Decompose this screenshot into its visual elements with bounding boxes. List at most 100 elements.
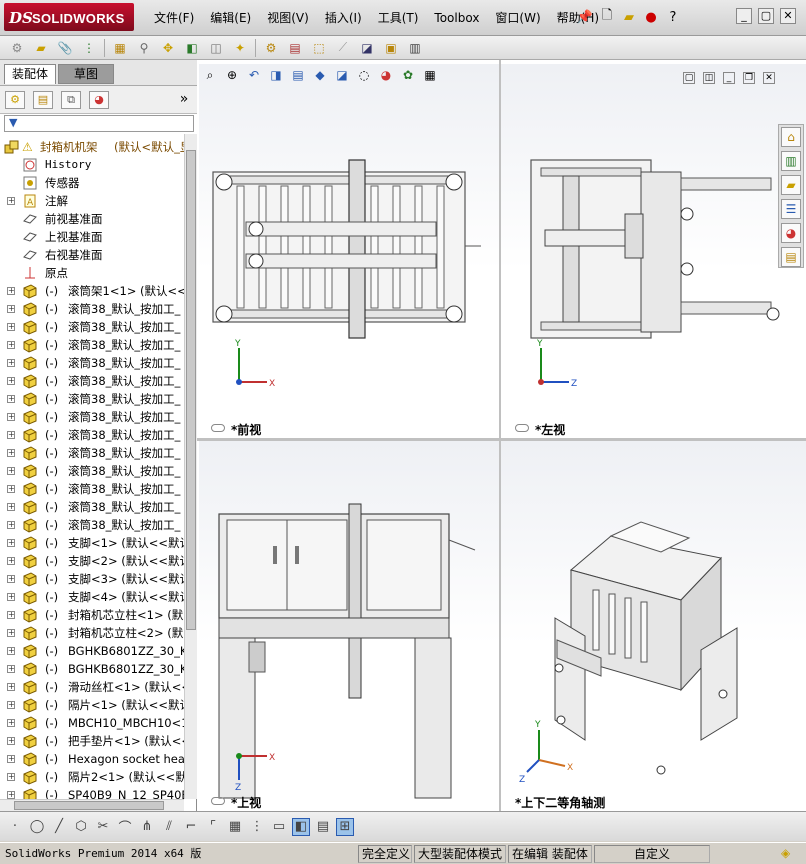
tree-item[interactable]: + (-) 滚筒38_默认_按加工_ <box>0 480 184 498</box>
apply-scene-icon[interactable]: ✿ <box>399 66 417 84</box>
expand-toggle-icon[interactable]: + <box>7 395 15 403</box>
viewport-restore-icon[interactable]: ❐ <box>743 72 755 84</box>
fillet-icon[interactable]: ⌐ <box>182 818 200 836</box>
expand-toggle-icon[interactable]: + <box>7 701 15 709</box>
expand-toggle-icon[interactable]: + <box>7 647 15 655</box>
tree-item[interactable]: + (-) 封箱机芯立柱<1> (默 <box>0 606 184 624</box>
tree-item[interactable]: 原点 <box>0 264 184 282</box>
tree-item[interactable]: + (-) 滚筒38_默认_按加工_ <box>0 300 184 318</box>
link-views-icon[interactable] <box>211 797 225 805</box>
expand-toggle-icon[interactable]: + <box>7 449 15 457</box>
graphics-area[interactable]: Y X *前视 Y Z *左视 X Z *上视 Y X Z *上下二等角轴测 ⌕… <box>197 60 806 811</box>
expand-toggle-icon[interactable]: + <box>7 197 15 205</box>
tree-item[interactable]: + (-) 隔片2<1> (默认<<默认 <box>0 768 184 786</box>
custom-properties-icon[interactable]: ▤ <box>781 247 801 267</box>
two-view-icon[interactable]: ◫ <box>703 72 715 84</box>
tree-item[interactable]: + (-) 把手垫片<1> (默认<< <box>0 732 184 750</box>
restore-icon[interactable]: ▢ <box>758 8 774 24</box>
hide-show-items-icon[interactable]: ◌ <box>355 66 373 84</box>
section-view-icon[interactable]: ◨ <box>267 66 285 84</box>
tree-item[interactable]: + (-) SP40B9_N_12_SP40B9- <box>0 786 184 799</box>
expand-toggle-icon[interactable]: + <box>7 323 15 331</box>
tree-item[interactable]: + (-) MBCH10_MBCH10<1> (默 <box>0 714 184 732</box>
trim-icon[interactable]: ✂ <box>94 818 112 836</box>
close-icon[interactable]: ✕ <box>780 8 796 24</box>
tree-item[interactable]: 前视基准面 <box>0 210 184 228</box>
tree-item[interactable]: + (-) 滚筒架1<1> (默认<<默 <box>0 282 184 300</box>
solidworks-logo[interactable]: DS SOLIDWORKS <box>4 3 134 31</box>
four-view-icon[interactable]: ⊞ <box>336 817 354 836</box>
expand-toggle-icon[interactable]: + <box>7 287 15 295</box>
instant3d-icon[interactable]: ▥ <box>406 39 424 57</box>
grid-icon[interactable]: ▦ <box>226 818 244 836</box>
polygon-icon[interactable]: ⬡ <box>72 818 90 836</box>
expand-toggle-icon[interactable]: + <box>7 773 15 781</box>
expand-toggle-icon[interactable]: + <box>7 557 15 565</box>
linear-pattern-icon[interactable]: ⋮ <box>248 818 266 836</box>
expand-toggle-icon[interactable]: + <box>7 575 15 583</box>
offset-icon[interactable]: ⫽ <box>160 818 178 836</box>
new-document-icon[interactable]: 🗋 <box>598 7 616 27</box>
tree-item[interactable]: + (-) 支脚<1> (默认<<默认 <box>0 534 184 552</box>
menu-insert[interactable]: 插入(I) <box>317 9 370 27</box>
tab-assembly[interactable]: 装配体 <box>4 64 56 84</box>
tree-item[interactable]: + (-) 滑动丝杠<1> (默认<< <box>0 678 184 696</box>
component-pattern-icon[interactable]: ▦ <box>111 39 129 57</box>
expand-toggle-icon[interactable]: + <box>7 665 15 673</box>
open-file-icon[interactable]: ▰ <box>620 7 638 27</box>
line-icon[interactable]: ╱ <box>50 818 68 836</box>
tree-item[interactable]: 传感器 <box>0 174 184 192</box>
expand-toggle-icon[interactable]: + <box>7 683 15 691</box>
view-palette-icon[interactable]: ☰ <box>781 199 801 219</box>
viewport-front[interactable]: Y X *前视 <box>199 64 499 438</box>
show-hidden-icon[interactable]: ◧ <box>183 39 201 57</box>
tree-item[interactable]: + (-) 滚筒38_默认_按加工_ <box>0 462 184 480</box>
move-component-icon[interactable]: ✥ <box>159 39 177 57</box>
display-manager-icon[interactable]: ◕ <box>89 91 109 109</box>
tree-item[interactable]: + (-) 滚筒38_默认_按加工_ <box>0 408 184 426</box>
smart-fasteners-icon[interactable]: ⚲ <box>135 39 153 57</box>
minimize-icon[interactable]: _ <box>736 8 752 24</box>
viewport-minimize-icon[interactable]: _ <box>723 72 735 84</box>
expand-toggle-icon[interactable]: + <box>7 305 15 313</box>
tree-item[interactable]: + (-) 支脚<2> (默认<<默认 <box>0 552 184 570</box>
new-motion-study-icon[interactable]: ⚙ <box>262 39 280 57</box>
tree-item[interactable]: + (-) BGHKB6801ZZ_30_KCC_ <box>0 642 184 660</box>
viewport-left[interactable]: Y Z *左视 <box>501 64 806 438</box>
tree-item[interactable]: + (-) 滚筒38_默认_按加工_ <box>0 372 184 390</box>
tree-item[interactable]: 右视基准面 <box>0 246 184 264</box>
convert-entities-icon[interactable]: ⌜ <box>204 818 222 836</box>
expand-toggle-icon[interactable]: + <box>7 791 15 799</box>
expand-toggle-icon[interactable]: + <box>7 755 15 763</box>
tree-item[interactable]: + (-) 滚筒38_默认_按加工_ <box>0 318 184 336</box>
menu-edit[interactable]: 编辑(E) <box>202 9 259 27</box>
new-part-icon[interactable]: ▰ <box>32 39 50 57</box>
tree-item[interactable]: + (-) 滚筒38_默认_按加工_ <box>0 516 184 534</box>
appearances-icon[interactable]: ◕ <box>781 223 801 243</box>
viewport-close-icon[interactable]: ✕ <box>763 72 775 84</box>
tree-item[interactable]: + (-) 支脚<3> (默认<<默认 <box>0 570 184 588</box>
single-view-icon[interactable]: ▢ <box>683 72 695 84</box>
assembly-features-icon[interactable]: ◫ <box>207 39 225 57</box>
rebuild-traffic-light-icon[interactable]: ● <box>642 7 660 27</box>
tree-item[interactable]: + (-) 支脚<4> (默认<<默认 <box>0 588 184 606</box>
arc-icon[interactable]: ⌒ <box>116 818 134 836</box>
expand-toggle-icon[interactable]: + <box>7 719 15 727</box>
scroll-thumb[interactable] <box>14 801 164 810</box>
tree-vertical-scrollbar[interactable] <box>184 134 197 799</box>
tree-root-assembly[interactable]: ⚠ 封箱机机架 (默认<默认_显 <box>0 138 184 156</box>
previous-view-icon[interactable]: ↶ <box>245 66 263 84</box>
expand-toggle-icon[interactable]: + <box>7 359 15 367</box>
view-settings-icon[interactable]: ▦ <box>421 66 439 84</box>
expand-toggle-icon[interactable]: + <box>7 485 15 493</box>
expand-toggle-icon[interactable]: + <box>7 413 15 421</box>
filter-input[interactable]: ▼ <box>4 115 194 132</box>
property-manager-icon[interactable]: ▤ <box>33 91 53 109</box>
view-orientation-icon[interactable]: ◆ <box>311 66 329 84</box>
tree-item[interactable]: + (-) 封箱机芯立柱<2> (默 <box>0 624 184 642</box>
viewport-isometric[interactable]: Y X Z *上下二等角轴测 <box>501 440 806 811</box>
tree-item[interactable]: History <box>0 156 184 174</box>
explode-line-sketch-icon[interactable]: ⟋ <box>334 39 352 57</box>
file-explorer-icon[interactable]: ▰ <box>781 175 801 195</box>
tree-item[interactable]: + (-) 滚筒38_默认_按加工_ <box>0 390 184 408</box>
